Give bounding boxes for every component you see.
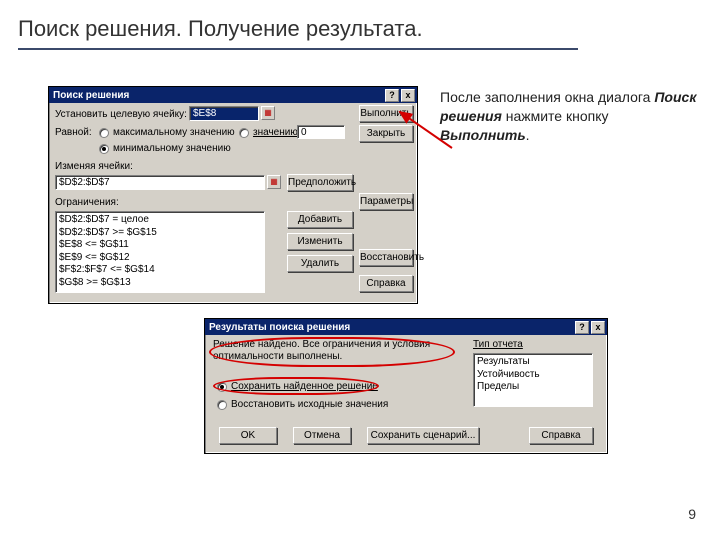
refedit-icon[interactable]: ▦	[261, 106, 275, 120]
add-button[interactable]: Добавить	[287, 211, 353, 228]
target-cell-label: Установить целевую ячейку:	[55, 109, 187, 120]
refedit-icon[interactable]: ▦	[267, 175, 281, 189]
radio-min-label: минимальному значению	[113, 143, 231, 154]
ok-button[interactable]: OK	[219, 427, 277, 444]
radio-restore-values[interactable]: Восстановить исходные значения	[217, 399, 388, 410]
constraint-row: $G$8 >= $G$13	[59, 277, 261, 290]
save-scenario-button[interactable]: Сохранить сценарий...	[367, 427, 479, 444]
help-icon[interactable]: ?	[575, 321, 589, 334]
radio-min[interactable]: минимальному значению	[99, 143, 231, 154]
report-row: Устойчивость	[477, 369, 589, 382]
caption-part2: нажмите кнопку	[502, 108, 609, 124]
target-cell-input[interactable]: $E$8	[189, 106, 259, 121]
help-icon[interactable]: ?	[385, 89, 399, 102]
changing-cells-input[interactable]: $D$2:$D$7	[55, 175, 265, 190]
radio-max-label: максимальному значению	[113, 127, 235, 138]
constraint-row: $D$2:$D$7 = целое	[59, 214, 261, 227]
execute-button[interactable]: Выполнить	[359, 105, 413, 122]
radio-value[interactable]: значению:	[239, 127, 301, 138]
params-button[interactable]: Параметры	[359, 193, 413, 210]
report-type-label: Тип отчета	[473, 339, 523, 350]
page-number: 9	[688, 506, 696, 522]
help-button[interactable]: Справка	[359, 275, 413, 292]
equal-label: Равной:	[55, 127, 92, 138]
results-title: Результаты поиска решения	[209, 322, 350, 333]
report-listbox[interactable]: Результаты Устойчивость Пределы	[473, 353, 593, 407]
results-titlebar: Результаты поиска решения ? x	[205, 319, 607, 335]
caption-part1: После заполнения окна диалога	[440, 89, 654, 105]
title-underline	[18, 48, 578, 50]
report-row: Пределы	[477, 381, 589, 394]
highlight-ellipse-icon	[213, 377, 379, 395]
radio-value-label: значению:	[253, 127, 301, 138]
constraint-row: $E$8 <= $G$11	[59, 239, 261, 252]
highlight-ellipse-icon	[209, 337, 455, 367]
solver-title: Поиск решения	[53, 90, 129, 101]
results-dialog: Результаты поиска решения ? x Решение на…	[204, 318, 608, 454]
value-input[interactable]: 0	[297, 125, 345, 139]
reset-button[interactable]: Восстановить	[359, 249, 413, 266]
solver-dialog: Поиск решения ? x Установить целевую яче…	[48, 86, 418, 304]
constraints-label: Ограничения:	[55, 197, 119, 208]
constraint-row: $F$2:$F$7 <= $G$14	[59, 264, 261, 277]
cancel-button[interactable]: Отмена	[293, 427, 351, 444]
constraint-row: $D$2:$D$7 >= $G$15	[59, 227, 261, 240]
caption-em2: Выполнить	[440, 127, 526, 143]
help-button[interactable]: Справка	[529, 427, 593, 444]
radio-restore-label: Восстановить исходные значения	[231, 399, 388, 410]
close-icon[interactable]: x	[401, 89, 415, 102]
changing-cells-label: Изменяя ячейки:	[55, 161, 133, 172]
constraint-row: $E$9 <= $G$12	[59, 252, 261, 265]
close-icon[interactable]: x	[591, 321, 605, 334]
change-button[interactable]: Изменить	[287, 233, 353, 250]
delete-button[interactable]: Удалить	[287, 255, 353, 272]
report-row: Результаты	[477, 356, 589, 369]
caption-part3: .	[526, 127, 530, 143]
solver-titlebar: Поиск решения ? x	[49, 87, 417, 103]
close-button[interactable]: Закрыть	[359, 125, 413, 142]
caption-text: После заполнения окна диалога Поиск реше…	[440, 88, 700, 145]
constraints-listbox[interactable]: $D$2:$D$7 = целое $D$2:$D$7 >= $G$15 $E$…	[55, 211, 265, 293]
guess-button[interactable]: Предположить	[287, 174, 353, 191]
slide-title: Поиск решения. Получение результата.	[18, 16, 423, 42]
radio-max[interactable]: максимальному значению	[99, 127, 235, 138]
